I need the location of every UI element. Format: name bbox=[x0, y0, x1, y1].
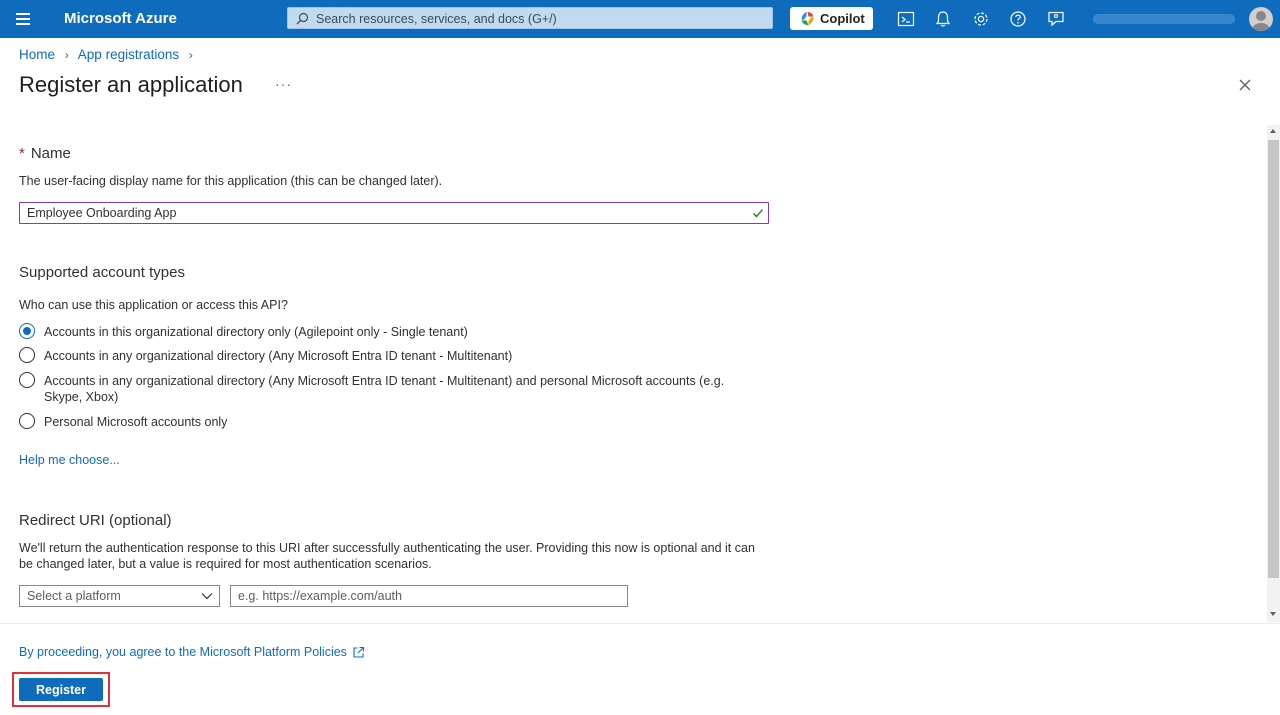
help-icon[interactable] bbox=[1008, 9, 1028, 29]
footer-divider bbox=[0, 623, 1280, 624]
required-mark: * bbox=[19, 145, 25, 162]
register-button[interactable]: Register bbox=[19, 678, 103, 701]
radio-button[interactable] bbox=[19, 347, 35, 363]
radio-button[interactable] bbox=[19, 413, 35, 429]
brand-title[interactable]: Microsoft Azure bbox=[64, 10, 177, 27]
scroll-up-icon[interactable] bbox=[1269, 128, 1277, 134]
chevron-right-icon: › bbox=[64, 48, 69, 62]
chevron-right-icon: › bbox=[188, 48, 193, 62]
radio-label: Personal Microsoft accounts only bbox=[44, 415, 228, 429]
account-types-question: Who can use this application or access t… bbox=[19, 298, 288, 312]
redirect-uri-input[interactable] bbox=[238, 588, 618, 604]
notifications-icon[interactable] bbox=[933, 9, 953, 29]
scroll-down-icon[interactable] bbox=[1269, 611, 1277, 617]
radio-label: Accounts in this organizational director… bbox=[44, 325, 468, 339]
close-icon[interactable] bbox=[1238, 78, 1252, 92]
global-search[interactable] bbox=[287, 7, 773, 29]
platform-select-value: Select a platform bbox=[27, 589, 121, 603]
name-label-text: Name bbox=[30, 145, 71, 162]
help-me-choose-link[interactable]: Help me choose... bbox=[19, 453, 120, 467]
breadcrumb-app-registrations[interactable]: App registrations bbox=[78, 47, 179, 62]
redirect-uri-field[interactable] bbox=[230, 585, 628, 607]
copilot-button[interactable]: Copilot bbox=[790, 7, 873, 30]
copilot-label: Copilot bbox=[820, 11, 865, 26]
platform-policies-text: By proceeding, you agree to the Microsof… bbox=[19, 645, 347, 659]
settings-icon[interactable] bbox=[971, 9, 991, 29]
redirect-uri-label: Redirect URI (optional) bbox=[19, 512, 172, 529]
checkmark-icon bbox=[753, 209, 763, 218]
radio-button[interactable] bbox=[19, 372, 35, 388]
name-label: * Name bbox=[19, 145, 71, 162]
top-bar: Microsoft Azure Copilot bbox=[0, 0, 1280, 38]
page-title: Register an application bbox=[19, 72, 243, 97]
breadcrumb-home[interactable]: Home bbox=[19, 47, 55, 62]
breadcrumb: Home › App registrations › bbox=[19, 47, 199, 62]
name-help-text: The user-facing display name for this ap… bbox=[19, 174, 443, 188]
menu-icon[interactable] bbox=[16, 13, 30, 25]
name-input[interactable] bbox=[27, 205, 727, 221]
radio-label: Accounts in any organizational directory… bbox=[44, 374, 725, 404]
account-info[interactable] bbox=[1093, 14, 1235, 24]
search-icon bbox=[296, 12, 309, 25]
scrollbar-thumb[interactable] bbox=[1268, 140, 1279, 578]
chevron-down-icon bbox=[201, 593, 213, 600]
copilot-icon bbox=[801, 11, 814, 26]
avatar[interactable] bbox=[1249, 7, 1273, 31]
account-types-label: Supported account types bbox=[19, 264, 185, 281]
external-link-icon bbox=[353, 646, 364, 658]
name-field[interactable] bbox=[19, 202, 769, 224]
search-input[interactable] bbox=[314, 9, 758, 29]
radio-button[interactable] bbox=[19, 323, 35, 339]
user-icon bbox=[1252, 11, 1270, 31]
redirect-uri-help: We'll return the authentication response… bbox=[19, 541, 755, 571]
platform-policies-link[interactable]: By proceeding, you agree to the Microsof… bbox=[19, 645, 365, 659]
cloud-shell-icon[interactable] bbox=[896, 9, 916, 29]
more-options-button[interactable]: ··· bbox=[275, 76, 292, 92]
radio-label: Accounts in any organizational directory… bbox=[44, 349, 513, 363]
platform-select[interactable]: Select a platform bbox=[19, 585, 220, 607]
feedback-icon[interactable] bbox=[1046, 9, 1066, 29]
